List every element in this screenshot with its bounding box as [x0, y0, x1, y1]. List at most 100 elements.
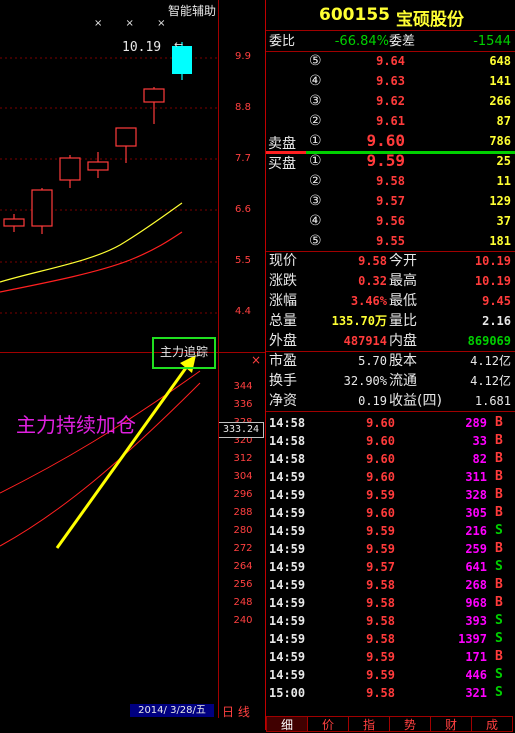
trade-time: 14:59: [269, 524, 306, 538]
trade-volume: 311: [465, 470, 487, 484]
stats-value: 135.70万: [331, 314, 387, 328]
asks-level: ③: [309, 93, 322, 109]
stats-row: 涨幅 3.46% 最低 9.45: [267, 292, 515, 310]
indicator-tick: 344: [233, 381, 253, 392]
candles: [3, 87, 165, 234]
trade-row: 14:58 9.60 33 B: [267, 432, 515, 450]
weicha-label: 委差: [389, 34, 416, 49]
indicator-tick: 240: [233, 615, 253, 626]
trade-time: 14:58: [269, 434, 306, 448]
bids-volume: 25: [496, 154, 511, 168]
trade-price: 9.59: [366, 668, 395, 682]
indicator-chart[interactable]: 主力追踪 主力持续加仓: [0, 337, 218, 703]
trade-volume: 393: [465, 614, 487, 628]
bids-row: ④ 9.56 37: [267, 212, 515, 230]
asks-row: ② 9.61 87: [267, 112, 515, 130]
trade-price: 9.60: [366, 506, 395, 520]
assist-label[interactable]: 智能辅助: [168, 2, 216, 19]
trade-price: 9.59: [366, 650, 395, 664]
stats-value: 3.46%: [350, 294, 387, 308]
trade-row: 14:59 9.60 305 B: [267, 504, 515, 522]
trade-volume: 641: [465, 560, 487, 574]
fundamentals-value: 1.681: [474, 394, 511, 408]
trade-time: 14:58: [269, 452, 306, 466]
asks-price: 9.62: [376, 94, 405, 108]
trade-time: 14:59: [269, 560, 306, 574]
fundamentals-label: 净资: [269, 393, 297, 409]
bids-row: ⑤ 9.55 181: [267, 232, 515, 250]
stats-row: 涨跌 0.32 最高 10.19: [267, 272, 515, 290]
trade-volume: 321: [465, 686, 487, 700]
asks-level: ①: [309, 133, 322, 149]
trade-price: 9.57: [366, 560, 395, 574]
price-tick: 7.7: [235, 153, 251, 164]
stats-label: 量比: [389, 313, 417, 329]
weibi-value: -66.84%: [334, 34, 389, 49]
period-label[interactable]: 日 线: [222, 703, 250, 720]
bids-row: ① 9.59 25: [267, 152, 515, 170]
indicator-line-lower: [0, 382, 201, 547]
bids-row: ② 9.58 11: [267, 172, 515, 190]
stats-label: 涨幅: [269, 293, 297, 309]
trade-row: 14:58 9.60 82 B: [267, 450, 515, 468]
trade-time: 14:59: [269, 506, 306, 520]
trade-time: 14:59: [269, 470, 306, 484]
trade-side: B: [495, 649, 503, 664]
bids-level: ①: [309, 153, 322, 169]
kline-chart[interactable]: 智能辅助 × × × 10.19 ←: [0, 0, 218, 350]
bids-volume: 11: [496, 174, 511, 188]
trade-time: 14:58: [269, 416, 306, 430]
stats-label: 现价: [269, 253, 297, 269]
ma-short-line: [0, 202, 183, 283]
trade-side: B: [495, 469, 503, 484]
trade-side: S: [495, 559, 503, 574]
indicator-tick: 280: [233, 525, 253, 536]
date-label: 2014/ 3/28/五: [130, 704, 214, 717]
trade-volume: 305: [465, 506, 487, 520]
stock-code: 600155: [319, 5, 390, 25]
trade-row: 14:59 9.58 968 B: [267, 594, 515, 612]
asks-volume: 648: [489, 54, 511, 68]
stats-value: 10.19: [474, 254, 511, 268]
trade-side: B: [495, 541, 503, 556]
fundamentals-divider: [266, 411, 515, 412]
price-axis: 9.9 8.8 7.7 6.6 5.5 4.4: [218, 0, 266, 350]
bids-level: ⑤: [309, 233, 322, 249]
bids-price: 9.59: [366, 151, 405, 170]
asks-volume: 141: [489, 74, 511, 88]
trade-side: B: [495, 595, 503, 610]
fundamentals-row: 市盈 5.70 股本 4.12亿: [267, 352, 515, 370]
trade-price: 9.60: [366, 470, 395, 484]
trade-price: 9.58: [366, 596, 395, 610]
bids-level: ④: [309, 213, 322, 229]
trade-price: 9.58: [366, 578, 395, 592]
trade-price: 9.60: [366, 452, 395, 466]
trade-side: S: [495, 523, 503, 538]
indicator-tick: 264: [233, 561, 253, 572]
trade-time: 14:59: [269, 668, 306, 682]
trade-volume: 289: [465, 416, 487, 430]
stats-label: 内盘: [389, 333, 417, 349]
trade-row: 14:59 9.59 259 B: [267, 540, 515, 558]
asks-row: ④ 9.63 141: [267, 72, 515, 90]
main-force-tracking-button[interactable]: 主力追踪: [152, 337, 216, 369]
fundamentals-row: 净资 0.19 收益(四) 1.681: [267, 392, 515, 410]
indicator-tick: 304: [233, 471, 253, 482]
trade-time: 14:59: [269, 650, 306, 664]
trade-side: S: [495, 667, 503, 682]
asks-price: 9.61: [376, 114, 405, 128]
trade-side: S: [495, 685, 503, 700]
stats-value: 487914: [343, 334, 387, 348]
annotation-arrow: [55, 355, 196, 549]
fundamentals-label: 市盈: [269, 353, 297, 369]
fundamentals-label: 流通: [389, 373, 417, 389]
asks-volume: 87: [496, 114, 511, 128]
axis-separator: [218, 0, 219, 718]
asks-row: ③ 9.62 266: [267, 92, 515, 110]
trade-volume: 328: [465, 488, 487, 502]
stats-value: 0.32: [358, 274, 387, 288]
trade-price: 9.59: [366, 488, 395, 502]
asks-volume: 266: [489, 94, 511, 108]
price-tick: 8.8: [235, 102, 251, 113]
stats-value: 10.19: [474, 274, 511, 288]
